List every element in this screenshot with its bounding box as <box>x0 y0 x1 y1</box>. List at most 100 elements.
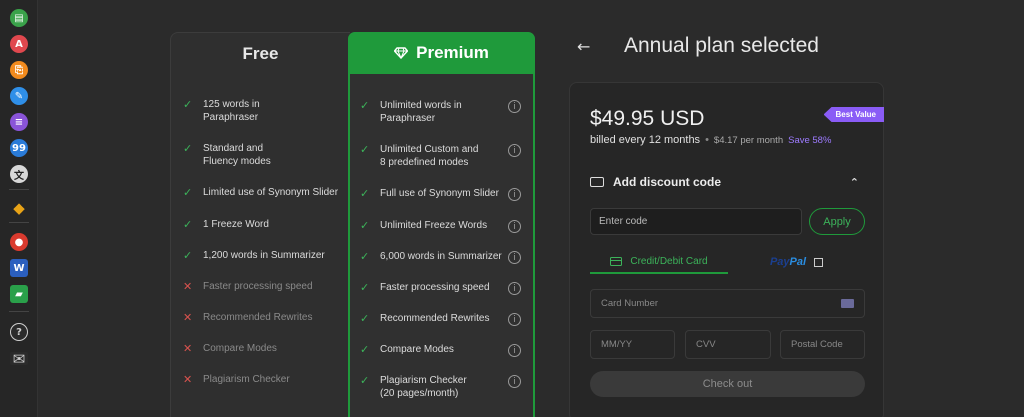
free-feature-item: ✕ Faster processing speed <box>183 280 313 293</box>
feature-text: Compare Modes <box>380 344 454 355</box>
card-number-placeholder: Card Number <box>601 298 659 309</box>
feature-text: Unlimited Freeze Words <box>380 220 488 231</box>
free-feature-item: ✓ 125 words in Paraphraser <box>183 98 260 124</box>
feature-text: 6,000 words in Summarizer <box>380 251 502 262</box>
co-writer-app-icon[interactable]: ✎ <box>10 87 28 105</box>
info-icon[interactable]: i <box>508 313 521 326</box>
page-title: Annual plan selected <box>624 34 819 57</box>
check-icon: ✓ <box>183 142 193 155</box>
billing-info: billed every 12 months • $4.17 per month Sa… <box>590 134 832 146</box>
desktop-app-icon[interactable]: ▰ <box>10 285 28 303</box>
feature-text: Plagiarism Checker <box>203 374 290 385</box>
word-addin-icon[interactable]: W <box>10 259 28 277</box>
grammar-checker-app-icon[interactable]: A <box>10 35 28 53</box>
card-number-field[interactable]: Card Number <box>590 289 865 318</box>
check-icon: ✓ <box>360 374 370 387</box>
feature-text: 125 words in Paraphraser <box>203 99 260 123</box>
info-icon[interactable]: i <box>508 251 521 264</box>
premium-feature-item: ✓ Full use of Synonym Slider <box>360 187 499 200</box>
check-icon: ✓ <box>183 218 193 231</box>
feature-text: 1 Freeze Word <box>203 219 269 230</box>
check-icon: ✓ <box>183 249 193 262</box>
tab-credit-card[interactable]: Credit/Debit Card <box>590 250 728 274</box>
free-feature-item: ✓ 1 Freeze Word <box>183 218 269 231</box>
premium-app-icon[interactable]: ◆ <box>10 199 28 217</box>
cross-icon: ✕ <box>183 373 193 386</box>
tab-credit-card-label: Credit/Debit Card <box>630 255 708 267</box>
free-feature-item: ✕ Plagiarism Checker <box>183 373 290 386</box>
check-icon: ✓ <box>360 143 370 156</box>
discount-code-label: Add discount code <box>613 175 721 189</box>
paraphraser-app-icon[interactable]: ▤ <box>10 9 28 27</box>
feature-text: Standard and Fluency modes <box>203 143 271 167</box>
info-icon[interactable]: i <box>508 100 521 113</box>
free-plan-title: Free <box>242 44 279 63</box>
tab-paypal[interactable]: Pay Pal <box>728 250 865 274</box>
check-icon: ✓ <box>360 312 370 325</box>
check-icon: ✓ <box>183 98 193 111</box>
check-icon: ✓ <box>360 99 370 112</box>
check-icon: ✓ <box>360 281 370 294</box>
premium-plan-column[interactable]: Premium ✓ Unlimited words in Paraphraser i… <box>348 32 535 417</box>
per-month-price: $4.17 per month <box>713 135 784 146</box>
feature-text: Recommended Rewrites <box>380 313 490 324</box>
savings-label: Save 58% <box>788 135 832 146</box>
cross-icon: ✕ <box>183 342 193 355</box>
translator-app-icon[interactable]: 文 <box>10 165 28 183</box>
card-brand-icon <box>841 299 854 308</box>
back-arrow-icon[interactable]: ← <box>577 37 590 56</box>
feature-text: Limited use of Synonym Slider <box>203 187 339 198</box>
info-icon[interactable]: i <box>508 375 521 388</box>
paypal-logo-pal: Pal <box>789 256 807 268</box>
feature-text: 1,200 words in Summarizer <box>203 250 325 261</box>
feature-text: Recommended Rewrites <box>203 312 313 323</box>
plan-price: $49.95 USD <box>590 107 705 130</box>
chrome-extension-icon[interactable]: ● <box>10 233 28 251</box>
premium-feature-item: ✓ 6,000 words in Summarizer <box>360 250 502 263</box>
premium-feature-item: ✓ Compare Modes <box>360 343 454 356</box>
credit-card-icon <box>610 256 623 266</box>
cvv-field[interactable]: CVV <box>685 330 771 359</box>
best-value-badge: Best Value <box>823 107 884 122</box>
citation-app-icon[interactable]: 99 <box>10 139 28 157</box>
free-feature-item: ✕ Compare Modes <box>183 342 277 355</box>
apply-button[interactable]: Apply <box>809 208 865 235</box>
cross-icon: ✕ <box>183 280 193 293</box>
feature-text: Plagiarism Checker (20 pages/month) <box>380 375 467 399</box>
premium-feature-item: ✓ Faster processing speed <box>360 281 490 294</box>
discount-code-input[interactable]: Enter code <box>590 208 802 235</box>
checkout-button[interactable]: Check out <box>590 371 865 397</box>
paypal-logo-pay: Pay <box>769 256 790 268</box>
premium-feature-item: ✓ Recommended Rewrites <box>360 312 490 325</box>
premium-plan-header: Premium <box>348 32 535 74</box>
info-icon[interactable]: i <box>508 144 521 157</box>
info-icon[interactable]: i <box>508 188 521 201</box>
feature-text: Compare Modes <box>203 343 277 354</box>
payment-method-tabs: Credit/Debit Card Pay Pal <box>590 250 865 274</box>
premium-feature-item: ✓ Unlimited Custom and 8 predefined modes <box>360 143 478 169</box>
cross-icon: ✕ <box>183 311 193 324</box>
free-plan-column: Free ✓ 125 words in Paraphraser ✓ Standard … <box>170 32 350 417</box>
info-icon[interactable]: i <box>508 220 521 233</box>
feature-text: Faster processing speed <box>203 281 313 292</box>
ticket-icon <box>590 177 604 187</box>
sidebar-divider <box>9 311 29 312</box>
help-icon[interactable]: ? <box>10 323 28 341</box>
chevron-up-icon: ⌃ <box>849 175 859 189</box>
postal-code-field[interactable]: Postal Code <box>780 330 865 359</box>
plagiarism-app-icon[interactable]: ⎘ <box>10 61 28 79</box>
summarizer-app-icon[interactable]: ≡ <box>10 113 28 131</box>
feature-text: Faster processing speed <box>380 282 490 293</box>
info-icon[interactable]: i <box>508 282 521 295</box>
discount-code-toggle[interactable]: Add discount code ⌃ <box>590 171 865 193</box>
free-feature-item: ✓ Limited use of Synonym Slider <box>183 186 338 199</box>
mail-icon[interactable]: ✉ <box>10 350 28 368</box>
diamond-icon <box>394 47 409 59</box>
info-icon[interactable]: i <box>508 344 521 357</box>
sidebar-divider <box>9 189 29 190</box>
check-icon: ✓ <box>183 186 193 199</box>
expiry-field[interactable]: MM/YY <box>590 330 675 359</box>
checkout-card: $49.95 USD Best Value billed every 12 mo… <box>569 82 884 417</box>
check-icon: ✓ <box>360 343 370 356</box>
sidebar-divider <box>9 222 29 223</box>
